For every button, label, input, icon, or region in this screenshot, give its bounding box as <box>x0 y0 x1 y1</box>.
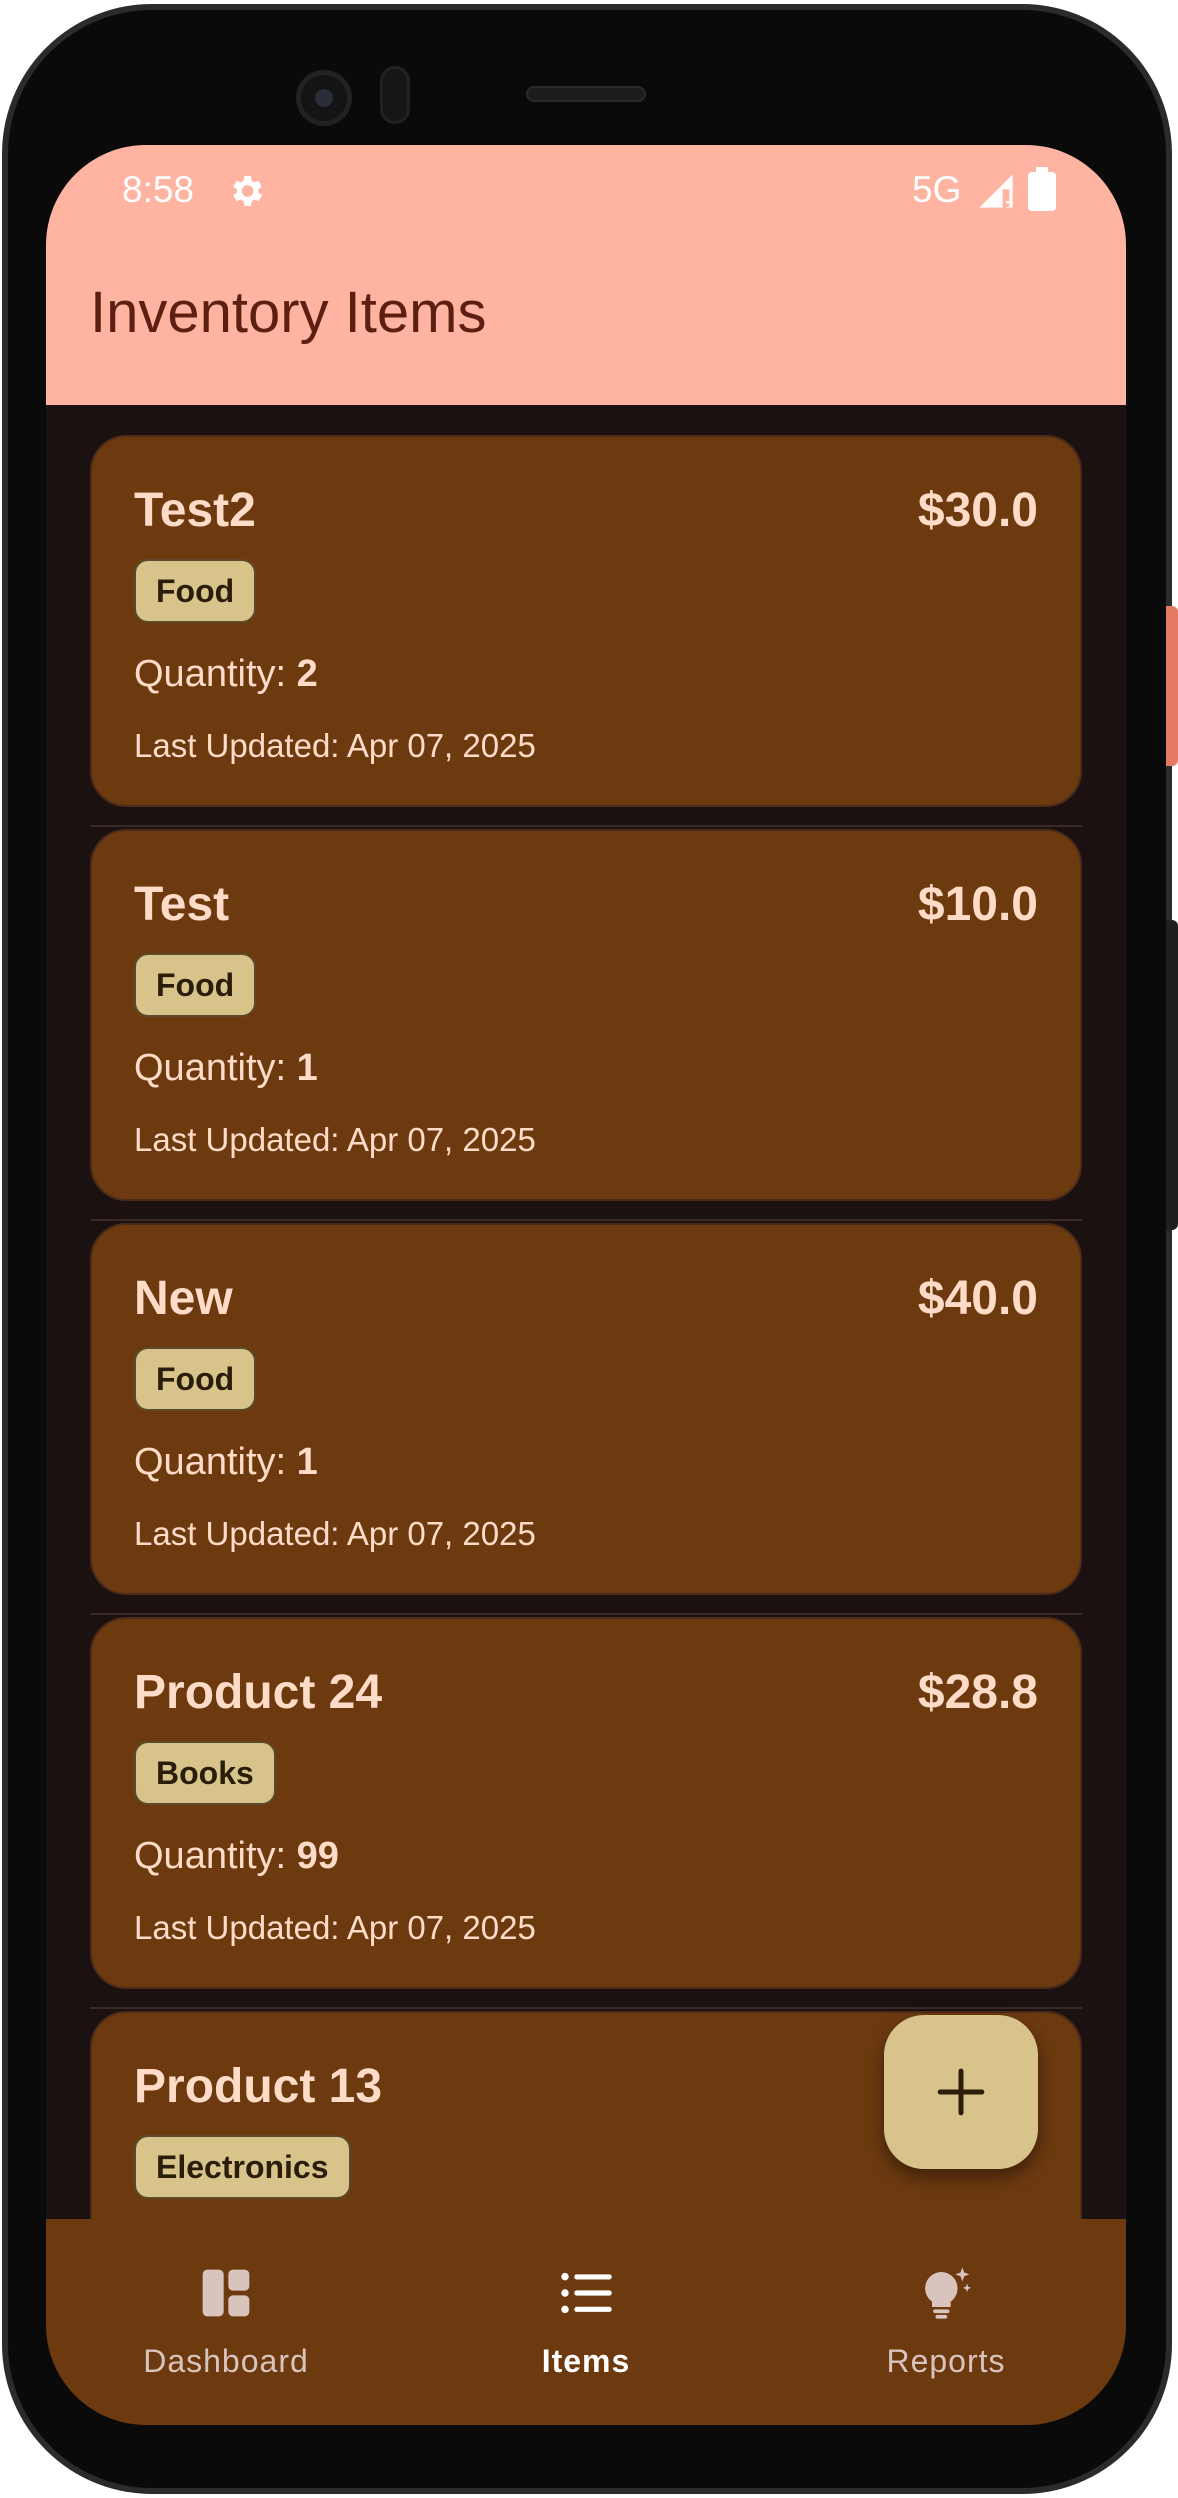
item-name: Test2 <box>134 484 256 537</box>
item-card[interactable]: Test $10.0 Food Quantity: 1 Last Updated… <box>90 829 1082 1201</box>
status-bar: 8:58 5G <box>46 145 1126 235</box>
item-card[interactable]: Test2 $30.0 Food Quantity: 2 Last Update… <box>90 435 1082 807</box>
item-last-updated: Last Updated: Apr 07, 2025 <box>134 1515 536 1552</box>
category-chip: Food <box>134 559 257 623</box>
nav-item-items[interactable]: Items <box>406 2219 766 2425</box>
item-last-updated: Last Updated: Apr 07, 2025 <box>134 1909 536 1946</box>
screen: 8:58 5G Inventory Items Test2 $30.0 Food… <box>46 145 1126 2425</box>
item-name: Product 24 <box>134 1666 383 1719</box>
item-last-updated: Last Updated: Apr 07, 2025 <box>134 1121 536 1158</box>
dashboard-icon <box>202 2269 250 2317</box>
category-chip: Food <box>134 953 257 1017</box>
divider <box>90 825 1082 827</box>
volume-button <box>1166 920 1178 1230</box>
proximity-sensor <box>380 66 410 124</box>
item-quantity: Quantity: 2 <box>134 653 318 695</box>
gear-icon <box>233 176 262 206</box>
item-quantity: Quantity: 99 <box>134 1835 339 1877</box>
item-price: $28.8 <box>917 1666 1038 1719</box>
item-name: Product 13 <box>134 2060 383 2113</box>
category-chip: Books <box>134 1741 276 1805</box>
page-title: Inventory Items <box>90 280 487 345</box>
item-name: New <box>134 1272 233 1325</box>
divider <box>90 1613 1082 1615</box>
item-quantity: Quantity: 1 <box>134 1047 318 1089</box>
nav-item-dashboard[interactable]: Dashboard <box>46 2219 406 2425</box>
item-card[interactable]: Product 24 $28.8 Books Quantity: 99 Last… <box>90 1617 1082 1989</box>
add-item-button[interactable] <box>884 2015 1038 2169</box>
signal-icon <box>979 174 1013 208</box>
item-price: $10.0 <box>917 878 1038 931</box>
plus-icon <box>937 2068 985 2116</box>
status-time: 8:58 <box>122 169 195 210</box>
item-card[interactable]: New $40.0 Food Quantity: 1 Last Updated:… <box>90 1223 1082 1595</box>
battery-icon <box>1028 167 1056 211</box>
item-name: Test <box>134 878 230 931</box>
item-quantity: Quantity: 1 <box>134 1441 318 1483</box>
list-icon <box>561 2272 612 2314</box>
divider <box>90 1219 1082 1221</box>
power-button <box>1166 606 1178 766</box>
category-chip: Electronics <box>134 2135 351 2199</box>
network-type: 5G <box>912 169 962 210</box>
nav-label-dashboard: Dashboard <box>143 2343 309 2379</box>
item-last-updated: Last Updated: Apr 07, 2025 <box>134 727 536 764</box>
nav-label-reports: Reports <box>886 2343 1006 2379</box>
nav-item-reports[interactable]: Reports <box>766 2219 1126 2425</box>
bottom-navigation: Dashboard Items Reports <box>46 2219 1126 2425</box>
earpiece-speaker <box>526 86 646 102</box>
nav-label-items: Items <box>541 2343 631 2379</box>
item-price: $40.0 <box>917 1272 1038 1325</box>
lightbulb-sparkle-icon <box>925 2267 972 2319</box>
item-price: $30.0 <box>917 484 1038 537</box>
front-camera <box>296 70 352 126</box>
top-app-bar: Inventory Items <box>46 235 1126 405</box>
category-chip: Food <box>134 1347 257 1411</box>
divider <box>90 2007 1082 2009</box>
